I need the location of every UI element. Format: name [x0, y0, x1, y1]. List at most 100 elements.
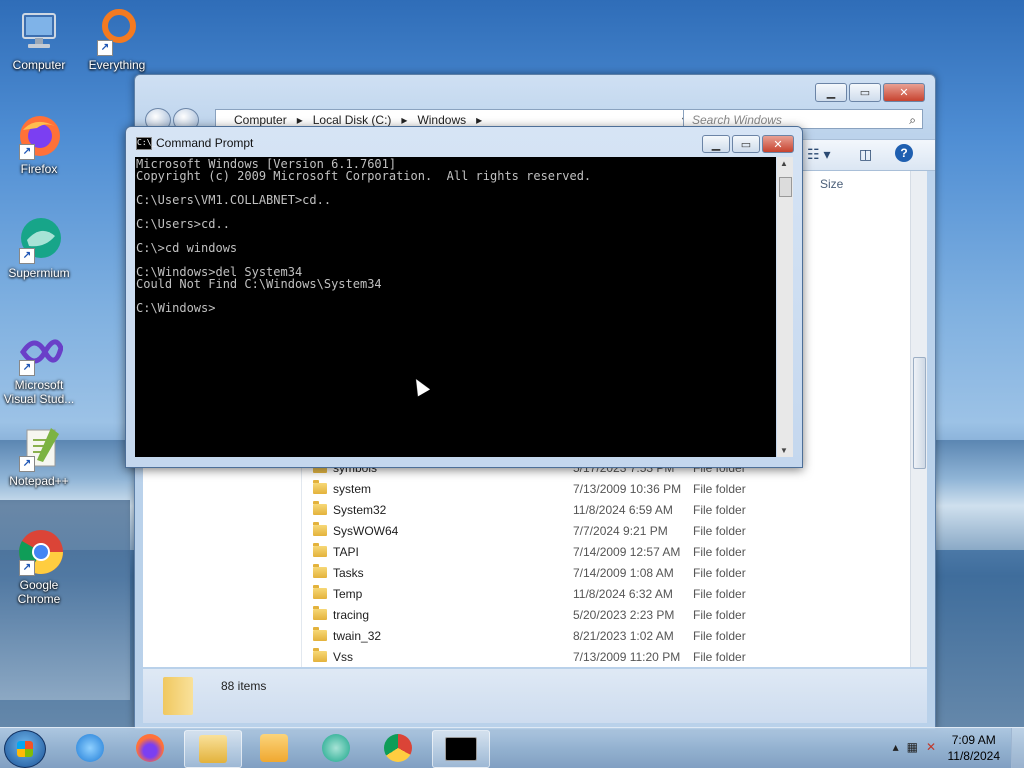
- taskbar-media-player[interactable]: [246, 730, 302, 766]
- taskbar-supermium[interactable]: [308, 730, 364, 766]
- help-icon[interactable]: ?: [895, 144, 913, 162]
- cmd-icon: [445, 737, 477, 761]
- console-scrollbar[interactable]: ▲ ▼: [777, 157, 793, 457]
- explorer-window-controls: ▁ ▭ ✕: [815, 83, 925, 102]
- desktop-icon-label: Firefox: [20, 162, 58, 176]
- file-name: System32: [333, 502, 387, 517]
- clock-time: 7:09 AM: [951, 733, 996, 747]
- desktop-icon-label: Notepad++: [9, 474, 69, 488]
- breadcrumb-item[interactable]: Windows: [417, 113, 466, 127]
- file-row[interactable]: system 7/13/2009 10:36 PM File folder: [313, 478, 746, 499]
- everything-icon: ↗: [93, 8, 141, 56]
- desktop-icon-supermium[interactable]: ↗ Supermium: [1, 216, 77, 280]
- close-button[interactable]: ✕: [883, 83, 925, 102]
- network-icon[interactable]: ▦: [907, 740, 918, 754]
- file-row[interactable]: System32 11/8/2024 6:59 AM File folder: [313, 499, 746, 520]
- shortcut-arrow-icon: ↗: [19, 248, 35, 264]
- scroll-down-icon[interactable]: ▼: [780, 446, 788, 455]
- shortcut-arrow-icon: ↗: [97, 40, 113, 56]
- start-button[interactable]: [4, 730, 46, 768]
- windows-logo-icon: [17, 741, 33, 757]
- console-line: Could Not Find C:\Windows\System34: [136, 277, 382, 291]
- computer-icon: [15, 8, 63, 56]
- supermium-icon: ↗: [15, 216, 63, 264]
- file-type: File folder: [693, 586, 746, 601]
- maximize-button[interactable]: ▭: [732, 135, 760, 153]
- desktop-icon-notepadpp[interactable]: ↗ Notepad++: [1, 424, 77, 488]
- internet-explorer-icon: [76, 734, 104, 762]
- show-hidden-icons-icon[interactable]: ▴: [893, 740, 899, 754]
- file-row[interactable]: TAPI 7/14/2009 12:57 AM File folder: [313, 541, 746, 562]
- volume-muted-icon[interactable]: ✕: [926, 740, 936, 754]
- console-line: C:\Users\VM1.COLLABNET>cd..: [136, 193, 332, 207]
- file-name: tracing: [333, 607, 370, 622]
- minimize-button[interactable]: ▁: [815, 83, 847, 102]
- file-name: SysWOW64: [333, 523, 399, 538]
- command-prompt-window[interactable]: C:\_ Command Prompt ▁ ▭ ✕ Microsoft Wind…: [125, 126, 803, 468]
- taskbar: ▴ ▦ ✕ 7:09 AM 11/8/2024: [0, 727, 1024, 768]
- status-bar: 88 items: [143, 669, 927, 723]
- file-name: twain_32: [333, 628, 382, 643]
- close-button[interactable]: ✕: [762, 135, 794, 153]
- chevron-right-icon[interactable]: ▸: [476, 113, 482, 127]
- file-row[interactable]: Temp 11/8/2024 6:32 AM File folder: [313, 583, 746, 604]
- taskbar-cmd[interactable]: [432, 730, 490, 768]
- file-row[interactable]: SysWOW64 7/7/2024 9:21 PM File folder: [313, 520, 746, 541]
- chrome-icon: [384, 734, 412, 762]
- folder-icon: [313, 648, 327, 662]
- scroll-up-icon[interactable]: ▲: [780, 159, 788, 168]
- file-date: 7/14/2009 1:08 AM: [573, 565, 674, 580]
- file-row[interactable]: Vss 7/13/2009 11:20 PM File folder: [313, 646, 746, 667]
- file-row[interactable]: Tasks 7/14/2009 1:08 AM File folder: [313, 562, 746, 583]
- console-line: C:\Windows>: [136, 301, 216, 315]
- file-type: File folder: [693, 523, 746, 538]
- cmd-window-controls: ▁ ▭ ✕: [702, 135, 794, 153]
- taskbar-explorer[interactable]: [184, 730, 242, 768]
- breadcrumb-item[interactable]: Computer: [234, 113, 287, 127]
- taskbar-ie[interactable]: [62, 730, 118, 766]
- clock-date: 11/8/2024: [947, 749, 1001, 763]
- scrollbar-thumb[interactable]: [779, 177, 792, 197]
- shortcut-arrow-icon: ↗: [19, 360, 35, 376]
- file-date: 7/14/2009 12:57 AM: [573, 544, 681, 559]
- preview-pane-icon[interactable]: ◫: [859, 146, 872, 163]
- maximize-button[interactable]: ▭: [849, 83, 881, 102]
- desktop-icon-firefox[interactable]: ↗ Firefox: [1, 112, 77, 176]
- file-row[interactable]: twain_32 8/21/2023 1:02 AM File folder: [313, 625, 746, 646]
- breadcrumb-item[interactable]: Local Disk (C:): [313, 113, 392, 127]
- minimize-button[interactable]: ▁: [702, 135, 730, 153]
- file-date: 7/13/2009 11:20 PM: [573, 649, 681, 664]
- column-header-size[interactable]: Size: [820, 177, 843, 191]
- shortcut-arrow-icon: ↗: [19, 560, 35, 576]
- taskbar-firefox[interactable]: [122, 730, 178, 766]
- desktop-icon-label: Everything: [88, 58, 146, 72]
- taskbar-chrome[interactable]: [370, 730, 426, 766]
- console-line: Copyright (c) 2009 Microsoft Corporation…: [136, 169, 592, 183]
- folder-icon: [313, 585, 327, 599]
- taskbar-clock[interactable]: 7:09 AM 11/8/2024: [948, 732, 1001, 764]
- show-desktop-button[interactable]: [1011, 728, 1024, 768]
- supermium-icon: [322, 734, 350, 762]
- folder-icon: [313, 543, 327, 557]
- window-title: Command Prompt: [156, 136, 254, 150]
- vertical-scrollbar[interactable]: [910, 171, 927, 667]
- desktop-icon-visual-studio[interactable]: ↗ Microsoft Visual Stud...: [1, 328, 77, 406]
- desktop-icon-everything[interactable]: ↗ Everything: [79, 8, 155, 72]
- shortcut-arrow-icon: ↗: [19, 456, 35, 472]
- chevron-right-icon[interactable]: ▸: [401, 113, 407, 127]
- desktop-icon-chrome[interactable]: ↗ Google Chrome: [1, 528, 77, 606]
- file-date: 11/8/2024 6:32 AM: [573, 586, 673, 601]
- search-icon[interactable]: ⌕: [909, 110, 916, 130]
- chevron-right-icon[interactable]: ▸: [297, 113, 303, 127]
- cmd-icon: C:\_: [136, 137, 156, 150]
- folder-icon: [313, 480, 327, 494]
- console-output[interactable]: Microsoft Windows [Version 6.1.7601] Copy…: [135, 157, 776, 457]
- view-options-icon[interactable]: ☷ ▾: [807, 146, 830, 163]
- notepadpp-icon: ↗: [15, 424, 63, 472]
- file-row[interactable]: tracing 5/20/2023 2:23 PM File folder: [313, 604, 746, 625]
- file-name: system: [333, 481, 372, 496]
- scrollbar-thumb[interactable]: [913, 357, 926, 469]
- file-date: 7/13/2009 10:36 PM: [573, 481, 682, 496]
- desktop-icon-computer[interactable]: Computer: [1, 8, 77, 72]
